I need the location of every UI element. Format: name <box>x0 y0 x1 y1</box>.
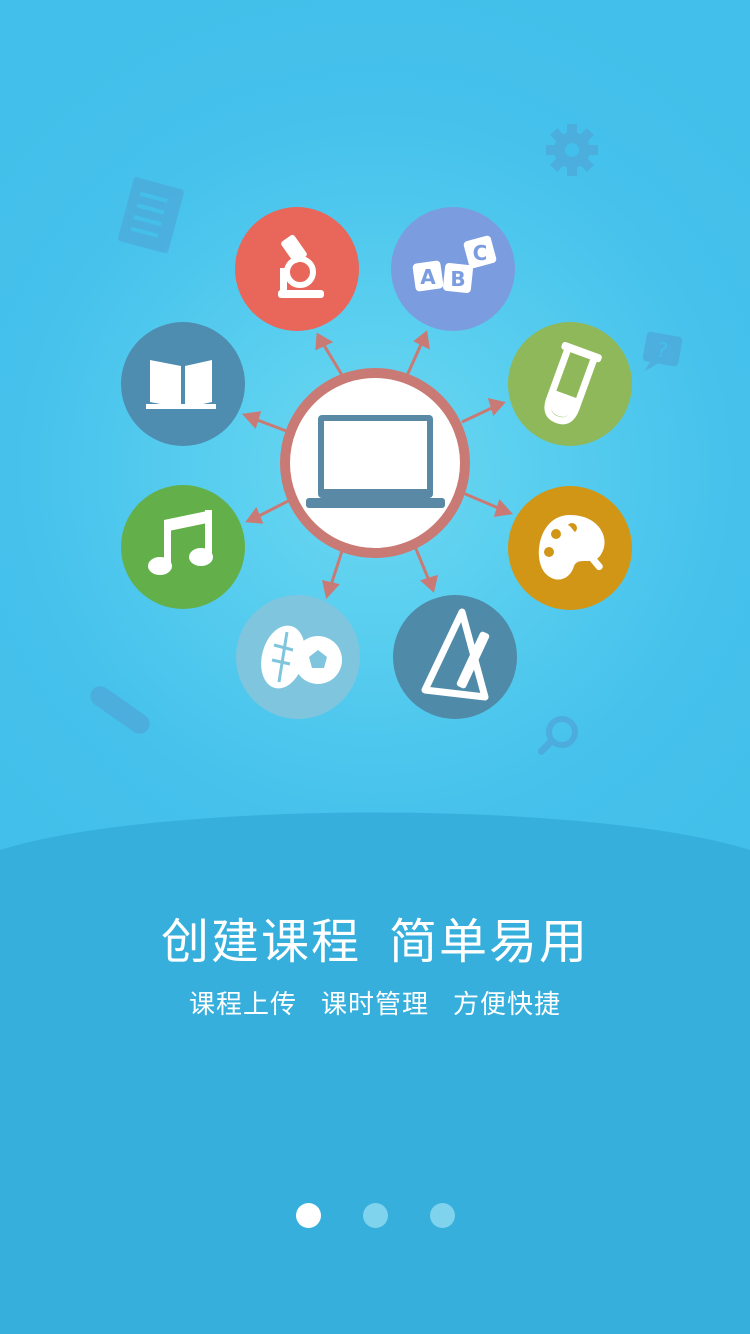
svg-text:A: A <box>420 265 436 289</box>
subline-part-1: 课程上传 <box>188 990 297 1020</box>
abc-subject[interactable]: A B C <box>391 207 515 331</box>
headline-part-1: 创建课程 <box>160 914 361 970</box>
page-indicator <box>0 1203 750 1229</box>
page-dot-3[interactable] <box>429 1203 455 1228</box>
svg-text:B: B <box>450 267 465 291</box>
magnifier-icon <box>537 716 578 755</box>
page-dot-2[interactable] <box>362 1203 388 1228</box>
geometry-subject[interactable] <box>393 595 517 719</box>
art-subject[interactable] <box>508 486 632 610</box>
subline: 课程上传 课时管理 方便快捷 <box>0 984 750 1021</box>
headline: 创建课程 简单易用 <box>0 902 750 972</box>
music-subject[interactable] <box>121 485 245 609</box>
gear-icon <box>546 124 598 176</box>
laptop-hub <box>280 368 470 558</box>
illustration: ? A B C <box>90 124 683 755</box>
sports-subject[interactable] <box>236 595 360 719</box>
reading-subject[interactable] <box>121 322 245 446</box>
science-subject[interactable] <box>235 207 359 331</box>
laptop-icon <box>306 415 445 508</box>
svg-text:C: C <box>473 241 488 265</box>
subline-part-3: 方便快捷 <box>453 990 562 1020</box>
open-book-icon <box>146 360 216 409</box>
question-bubble-icon: ? <box>642 331 683 372</box>
chemistry-subject[interactable] <box>508 322 632 446</box>
page-dot-1[interactable] <box>295 1203 321 1228</box>
subline-part-2: 课时管理 <box>320 990 429 1020</box>
headline-part-2: 简单易用 <box>389 914 590 970</box>
checklist-icon <box>117 177 184 254</box>
scroll-icon <box>90 686 150 734</box>
